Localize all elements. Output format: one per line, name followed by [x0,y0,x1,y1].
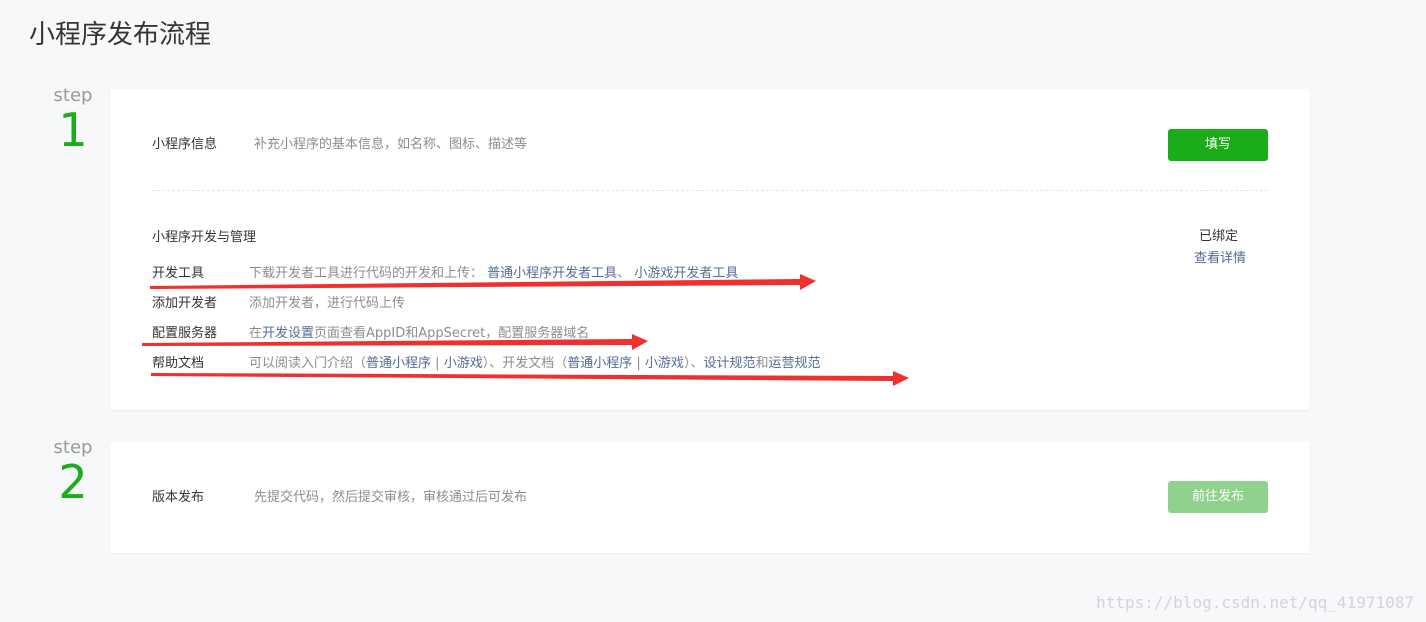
server-config-row: 配置服务器 在开发设置页面查看AppID和AppSecret，配置服务器域名 [152,322,589,341]
dev-tools-label: 开发工具 [152,266,205,281]
server-config-post: 页面查看AppID和AppSecret，配置服务器域名 [314,326,590,341]
add-developer-label: 添加开发者 [152,296,218,311]
help-text-4: 和 [755,356,769,371]
server-config-pre: 在 [249,326,263,341]
add-developer-text: 添加开发者，进行代码上传 [249,296,406,311]
separator: 、 [617,266,631,281]
page-title: 小程序发布流程 [29,20,212,50]
help-text-3: ）、 [683,356,704,371]
view-details-link[interactable]: 查看详情 [1194,247,1246,266]
dev-settings-link[interactable]: 开发设置 [262,326,314,341]
dev-tools-row: 开发工具 下载开发者工具进行代码的开发和上传： 普通小程序开发者工具、 小游戏开发… [152,262,738,281]
help-docs-row: 帮助文档 可以阅读入门介绍（普通小程序 | 小游戏）、开发文档（普通小程序 | 小… [152,352,821,371]
step-number: 1 [58,103,88,157]
step-2-label: step 2 [33,438,113,509]
add-developer-row: 添加开发者 添加开发者，进行代码上传 [152,292,405,311]
step-1-label: step 1 [33,86,113,157]
mini-program-info-desc: 补充小程序的基本信息，如名称、图标、描述等 [254,137,528,152]
design-spec-link[interactable]: 设计规范 [703,356,755,371]
dev-tools-text: 下载开发者工具进行代码的开发和上传： [249,266,484,281]
pipe-separator: | [435,356,440,371]
docs-regular-link[interactable]: 普通小程序 [567,356,632,371]
game-devtools-link[interactable]: 小游戏开发者工具 [634,266,738,281]
help-text-2: ）、开发文档（ [482,356,568,371]
help-docs-label: 帮助文档 [152,356,205,371]
mini-program-info-title: 小程序信息 [152,137,218,152]
dev-section-title: 小程序开发与管理 [152,230,257,245]
version-release-title: 版本发布 [152,490,205,505]
regular-devtools-link[interactable]: 普通小程序开发者工具 [487,266,617,281]
version-release-desc: 先提交代码，然后提交审核，审核通过后可发布 [254,490,528,505]
intro-regular-link[interactable]: 普通小程序 [366,356,431,371]
go-publish-button[interactable]: 前往发布 [1168,481,1268,513]
bound-status: 已绑定 [1198,229,1238,244]
help-text-1: 可以阅读入门介绍（ [249,356,367,371]
divider [152,190,1268,191]
docs-game-link[interactable]: 小游戏 [645,356,684,371]
operation-spec-link[interactable]: 运营规范 [768,356,820,371]
intro-game-link[interactable]: 小游戏 [444,356,483,371]
step-1-card: 小程序信息 补充小程序的基本信息，如名称、图标、描述等 填写 小程序开发与管理 … [110,89,1310,410]
fill-button[interactable]: 填写 [1168,129,1268,161]
pipe-separator: | [636,356,641,371]
watermark: https://blog.csdn.net/qq_41971087 [1096,593,1414,612]
step-2-card: 版本发布 先提交代码，然后提交审核，审核通过后可发布 前往发布 [110,442,1310,553]
step-number: 2 [58,455,88,509]
server-config-label: 配置服务器 [152,326,218,341]
